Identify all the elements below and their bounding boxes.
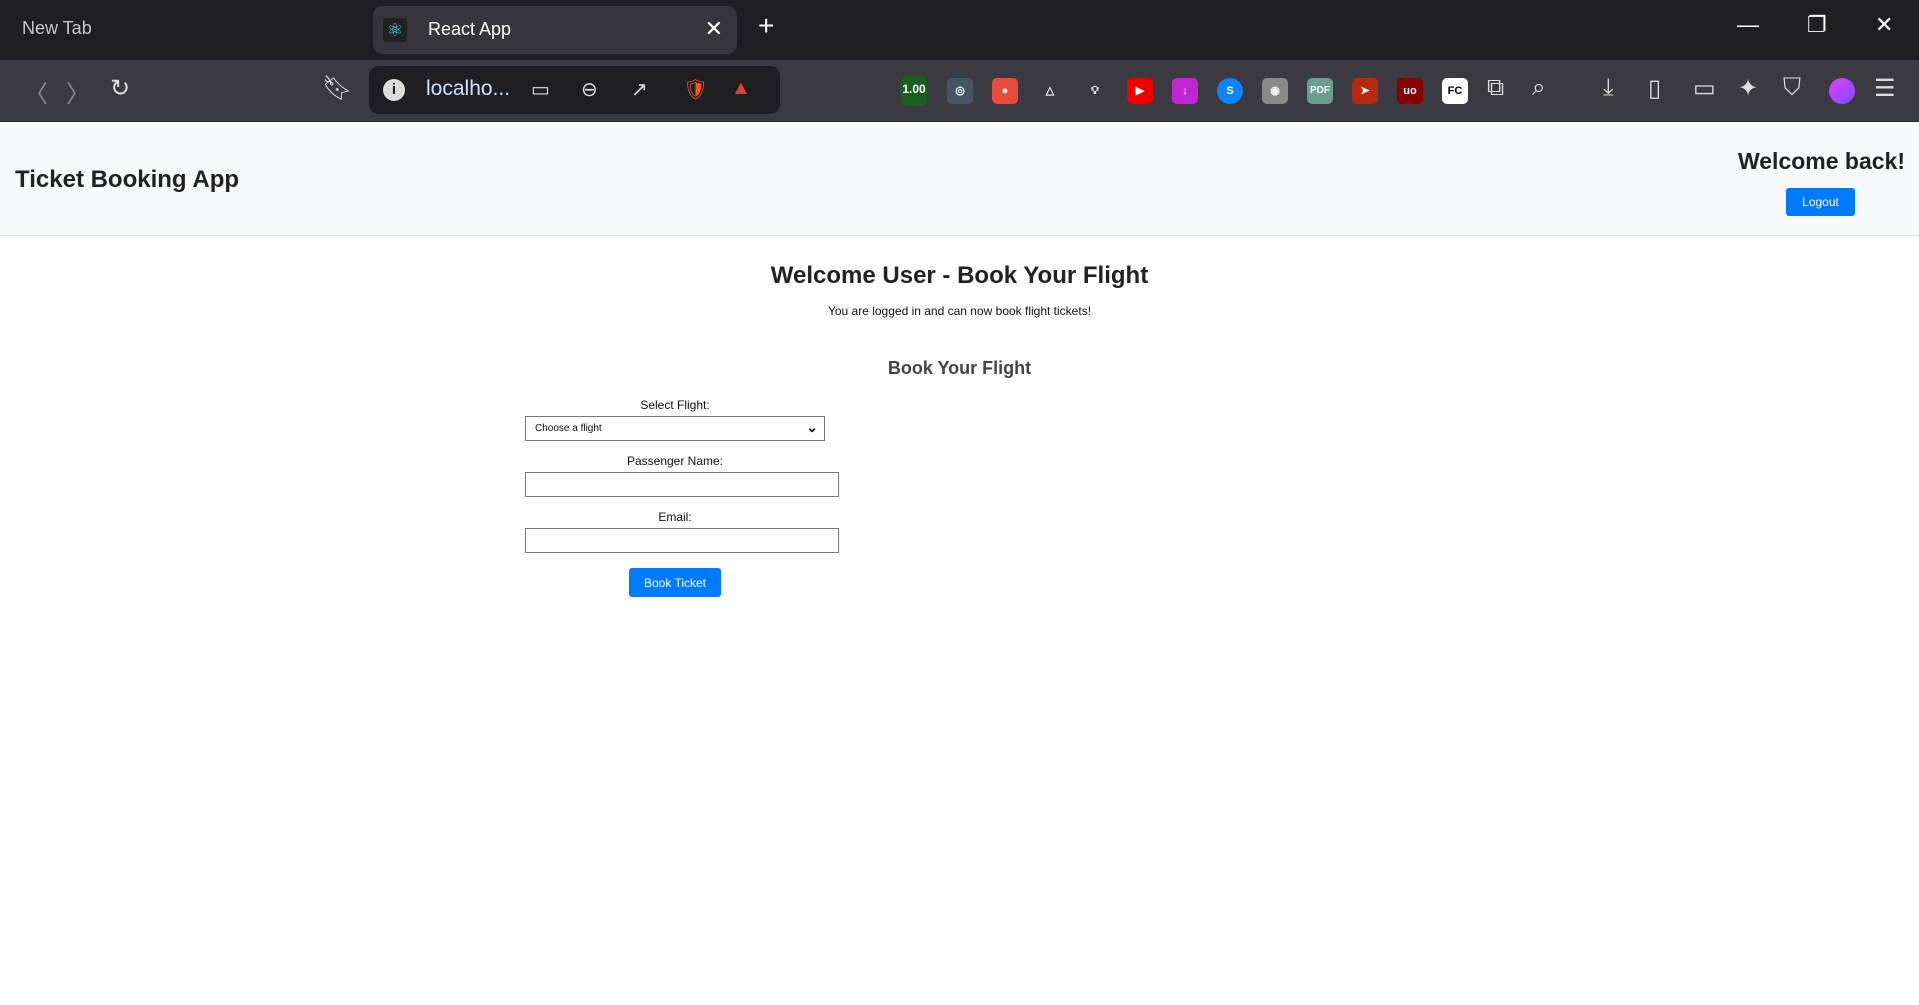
speed-extension-icon[interactable]: 1.00 (901, 76, 927, 106)
leo-ai-icon[interactable]: ✦ (1738, 74, 1758, 103)
close-tab-icon[interactable]: ✕ (705, 16, 723, 42)
back-icon[interactable]: 〈 (24, 74, 48, 109)
address-bar[interactable]: i localho... ▭ ⊖ ↗ 🛡︎ ▲ (369, 66, 780, 114)
bookmark-icon[interactable]: 🔖︎ (322, 74, 352, 103)
tab-title: React App (428, 19, 512, 39)
form-title: Book Your Flight (887, 358, 1032, 378)
share-icon[interactable]: ↗ (631, 77, 648, 102)
welcome-back-text: Welcome back! (1737, 148, 1905, 174)
new-tab-button[interactable]: + (758, 10, 774, 42)
tab-new-tab[interactable]: New Tab (22, 18, 92, 39)
book-ticket-button[interactable]: Book Ticket (629, 568, 721, 597)
passenger-name-label: Passenger Name: (626, 454, 724, 468)
page-subtitle: You are logged in and can now book fligh… (827, 304, 1092, 318)
tab-react-app[interactable]: ⚛ React App ✕ (373, 6, 737, 54)
react-icon: ⚛ (383, 18, 407, 42)
email-label: Email: (658, 510, 692, 524)
minimize-icon[interactable]: — (1737, 12, 1759, 38)
extension-download-icon[interactable]: ↓ (1172, 78, 1198, 104)
extension-bulb-icon[interactable]: 💡︎ (1082, 78, 1108, 104)
window-close-icon[interactable]: ✕ (1875, 12, 1893, 38)
zoom-out-icon[interactable]: ⊖ (581, 77, 598, 102)
brave-rewards-icon[interactable]: ▲ (731, 77, 751, 100)
logout-button[interactable]: Logout (1786, 188, 1855, 216)
extension-fc-icon[interactable]: FC (1442, 78, 1468, 104)
reload-icon[interactable]: ↻ (110, 74, 130, 103)
downloads-icon[interactable]: ⤓ (1603, 74, 1614, 102)
url-text[interactable]: localho... (426, 77, 510, 101)
restore-icon[interactable]: ❐ (1807, 12, 1827, 38)
extension-screenshot-icon[interactable]: ◉ (1262, 78, 1288, 104)
flight-select[interactable]: Choose a flight ⌄ (525, 416, 825, 441)
extension-pdf-icon[interactable]: PDF (1307, 78, 1333, 104)
extension-youtube-icon[interactable]: ▶ (1127, 78, 1153, 104)
extensions-puzzle-icon[interactable]: ⧉ (1487, 74, 1504, 102)
reader-search-icon[interactable]: ⌕ (1532, 74, 1545, 102)
profile-avatar-icon[interactable] (1829, 78, 1855, 104)
extension-ublock-icon[interactable]: uo (1397, 78, 1423, 104)
email-input[interactable] (525, 528, 839, 553)
sidebar-icon[interactable]: ▯ (1648, 74, 1661, 103)
flight-select-value: Choose a flight (535, 423, 602, 434)
browser-toolbar: 〈 〉 ↻ 🔖︎ i localho... ▭ ⊖ ↗ 🛡︎ ▲ 1.00 ◎ … (0, 60, 1919, 122)
flight-label: Select Flight: (640, 398, 710, 412)
forward-icon[interactable]: 〉 (66, 74, 90, 109)
menu-icon[interactable]: ☰ (1874, 74, 1896, 103)
app-header: Ticket Booking App Welcome back! Logout (0, 122, 1919, 236)
vpn-icon[interactable]: ⛉ (1783, 74, 1801, 102)
brave-shields-icon[interactable]: 🛡︎ (683, 77, 708, 102)
extension-glasses-icon[interactable]: ◎ (947, 78, 973, 104)
info-icon[interactable]: i (383, 79, 405, 101)
chevron-down-icon: ⌄ (806, 419, 818, 435)
page-title: Welcome User - Book Your Flight (770, 262, 1149, 289)
extension-camera-red-icon[interactable]: ● (992, 78, 1018, 104)
extension-cursor-icon[interactable]: ➤ (1352, 78, 1378, 104)
wallet-icon[interactable]: ▭ (1693, 74, 1716, 103)
tab-bar: New Tab ⚛ React App ✕ + — ❐ ✕ (0, 0, 1919, 60)
app-title: Ticket Booking App (15, 166, 240, 193)
cast-icon[interactable]: ▭ (531, 77, 550, 102)
extension-shazam-icon[interactable]: S (1217, 78, 1243, 104)
passenger-name-input[interactable] (525, 472, 839, 497)
extension-drive-icon[interactable]: △ (1037, 78, 1063, 104)
